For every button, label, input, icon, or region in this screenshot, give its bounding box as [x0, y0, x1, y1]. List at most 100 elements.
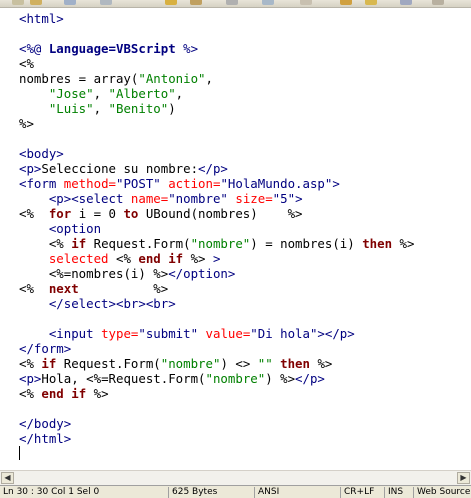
code-line[interactable]: </form> — [19, 341, 471, 356]
code-line[interactable]: <% end if %> — [19, 386, 471, 401]
code-line[interactable]: <p>Hola, <%=Request.Form("nombre") %></p… — [19, 371, 471, 386]
code-token: "nombre" — [168, 191, 228, 206]
code-line[interactable]: "Jose", "Alberto", — [19, 86, 471, 101]
code-token: then — [362, 236, 393, 251]
status-language: Web Source — [413, 487, 471, 498]
code-line[interactable]: <%@ Language=VBScript %> — [19, 41, 471, 56]
code-token: "" — [257, 356, 273, 371]
code-line[interactable]: <p><select name="nombre" size="5"> — [19, 191, 471, 206]
code-token: <form — [19, 176, 64, 191]
toolbar-button-icon[interactable] — [12, 0, 24, 5]
code-token: <%=nombres(i) %> — [48, 266, 169, 281]
code-token: Request.Form( — [56, 356, 161, 371]
code-token: </p> — [198, 161, 228, 176]
code-line[interactable]: <%=nombres(i) %></option> — [19, 266, 471, 281]
code-line[interactable]: <p>Seleccione su nombre:</p> — [19, 161, 471, 176]
code-token: "Alberto" — [108, 86, 176, 101]
code-line[interactable]: </body> — [19, 416, 471, 431]
code-token: <p><select — [48, 191, 131, 206]
code-line[interactable]: <% next %> — [19, 281, 471, 296]
code-line[interactable]: </select><br><br> — [19, 296, 471, 311]
code-line[interactable]: %> — [19, 116, 471, 131]
toolbar-button-icon[interactable] — [226, 0, 238, 5]
code-token: <% — [19, 281, 49, 296]
code-line[interactable]: <option — [19, 221, 471, 236]
status-encoding: ANSI — [254, 487, 336, 498]
code-line[interactable]: <input type="submit" value="Di hola"></p… — [19, 326, 471, 341]
status-insert-mode: INS — [384, 487, 412, 498]
code-line[interactable]: nombres = array("Antonio", — [19, 71, 471, 86]
code-line[interactable]: </html> — [19, 431, 471, 446]
code-token: ></p> — [317, 326, 355, 341]
code-token: "nombre" — [190, 236, 251, 251]
code-line[interactable]: "Luis", "Benito") — [19, 101, 471, 116]
toolbar-button-icon[interactable] — [365, 0, 377, 5]
code-editor[interactable]: <html> <%@ Language=VBScript %> <% nombres … — [0, 8, 471, 470]
code-token: if — [71, 236, 87, 251]
code-token: Request.Form( — [86, 236, 191, 251]
code-line[interactable]: <form method="POST" action="HolaMundo.as… — [19, 176, 471, 191]
code-token: end if — [41, 386, 87, 401]
code-line[interactable] — [19, 446, 471, 461]
code-token: <option — [48, 221, 102, 236]
code-token: </select><br><br> — [48, 296, 176, 311]
code-token: "Jose" — [48, 86, 94, 101]
toolbar-button-icon[interactable] — [165, 0, 177, 5]
code-token: %> — [183, 251, 213, 266]
code-lines[interactable]: <html> <%@ Language=VBScript %> <% nombres … — [19, 11, 471, 461]
code-line[interactable]: <html> — [19, 11, 471, 26]
code-token: <% — [19, 206, 49, 221]
toolbar-button-icon[interactable] — [262, 0, 274, 5]
code-token: for — [48, 206, 72, 221]
code-token: "submit" — [138, 326, 199, 341]
toolbar-button-icon[interactable] — [190, 0, 202, 5]
toolbar-button-icon[interactable] — [300, 0, 312, 5]
horizontal-scrollbar[interactable]: ◀ ▶ — [0, 470, 471, 485]
toolbar-button-icon[interactable] — [432, 0, 444, 5]
code-token: </body> — [19, 416, 72, 431]
code-token: <% — [19, 386, 42, 401]
scroll-left-icon[interactable]: ◀ — [1, 472, 14, 484]
code-token: Language — [48, 41, 109, 56]
code-token: > — [212, 251, 221, 266]
code-line[interactable] — [19, 401, 471, 416]
code-line[interactable] — [19, 131, 471, 146]
code-line[interactable]: selected <% end if %> > — [19, 251, 471, 266]
code-token: =VBScript — [108, 41, 176, 56]
code-token: <% — [48, 236, 72, 251]
code-token: <p> — [19, 161, 42, 176]
code-token: action= — [160, 176, 221, 191]
code-token: > — [295, 191, 303, 206]
code-line[interactable] — [19, 311, 471, 326]
code-line[interactable]: <% if Request.Form("nombre") = nombres(i… — [19, 236, 471, 251]
code-line[interactable]: <body> — [19, 146, 471, 161]
code-token: UBound(nombres) %> — [138, 206, 303, 221]
toolbar-button-icon[interactable] — [100, 0, 112, 5]
code-token: , — [205, 71, 213, 86]
code-token: nombres = array( — [19, 71, 139, 86]
code-token: "nombre" — [160, 356, 221, 371]
code-token: <% — [108, 251, 139, 266]
code-line[interactable] — [19, 26, 471, 41]
code-token: Hola, — [41, 371, 87, 386]
code-line[interactable]: <% if Request.Form("nombre") <> "" then … — [19, 356, 471, 371]
toolbar-button-icon[interactable] — [400, 0, 412, 5]
status-cursor-position: Ln 30 : 30 Col 1 Sel 0 — [3, 487, 100, 497]
code-token: <input — [48, 326, 102, 341]
code-line[interactable]: <% — [19, 56, 471, 71]
toolbar-button-icon[interactable] — [340, 0, 352, 5]
code-token: , — [93, 86, 109, 101]
code-token: <%=Request.Form( — [86, 371, 206, 386]
toolbar-button-icon[interactable] — [64, 0, 76, 5]
toolbar-button-icon[interactable] — [30, 0, 42, 5]
code-line[interactable]: <% for i = 0 to UBound(nombres) %> — [19, 206, 471, 221]
code-token: "Di hola" — [250, 326, 318, 341]
scroll-right-icon[interactable]: ▶ — [457, 472, 470, 484]
code-token: ) — [168, 101, 176, 116]
code-token: > — [332, 176, 340, 191]
